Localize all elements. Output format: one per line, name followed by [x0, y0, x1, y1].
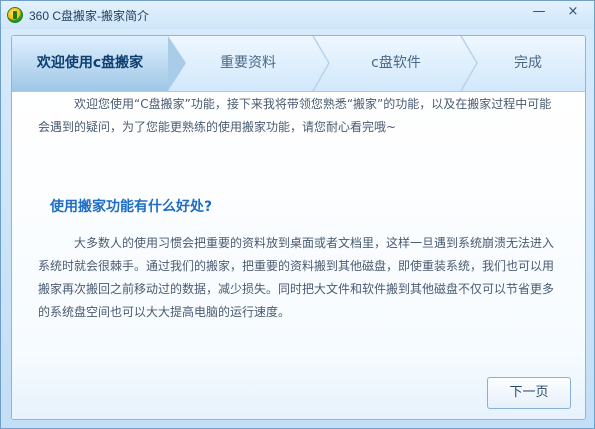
title-bar[interactable]: 360 C盘搬家-搬家简介 — × — [1, 1, 594, 29]
next-page-button[interactable]: 下一页 — [487, 377, 571, 409]
minimize-button[interactable]: — — [527, 3, 551, 23]
step-complete: 完成 — [514, 55, 542, 71]
step-welcome: 欢迎使用c盘搬家 — [12, 36, 186, 91]
step-important-data: 重要资料 — [220, 55, 276, 71]
section-paragraph: 大多数人的使用习惯会把重要的资料放到桌面或者文档里，这样一旦遇到系统崩溃无法进入… — [38, 232, 558, 324]
app-logo-icon — [7, 7, 23, 23]
step-c-drive-software: c盘软件 — [371, 55, 421, 71]
intro-text: 欢迎您使用“C盘搬家”功能，接下来我将带领您熟悉“搬家”的功能，以及在搬家过程中… — [38, 97, 552, 134]
step-bar: 欢迎使用c盘搬家 重要资料 c盘软件 完成 — [12, 36, 585, 92]
step-separator-icon — [460, 36, 478, 91]
section-text: 大多数人的使用习惯会把重要的资料放到桌面或者文档里，这样一旦遇到系统崩溃无法进入… — [38, 236, 555, 319]
app-window: 360 C盘搬家-搬家简介 — × 欢迎使用c盘搬家 重要资料 c盘软件 完成 … — [0, 0, 595, 429]
step-separator-icon — [312, 36, 330, 91]
window-title: 360 C盘搬家-搬家简介 — [29, 9, 150, 23]
section-heading: 使用搬家功能有什么好处? — [50, 199, 213, 215]
close-button[interactable]: × — [561, 3, 585, 23]
content-frame: 欢迎使用c盘搬家 重要资料 c盘软件 完成 欢迎您使用“C盘搬家”功能，接下来我… — [11, 35, 586, 420]
intro-paragraph: 欢迎您使用“C盘搬家”功能，接下来我将带领您熟悉“搬家”的功能，以及在搬家过程中… — [38, 93, 558, 139]
